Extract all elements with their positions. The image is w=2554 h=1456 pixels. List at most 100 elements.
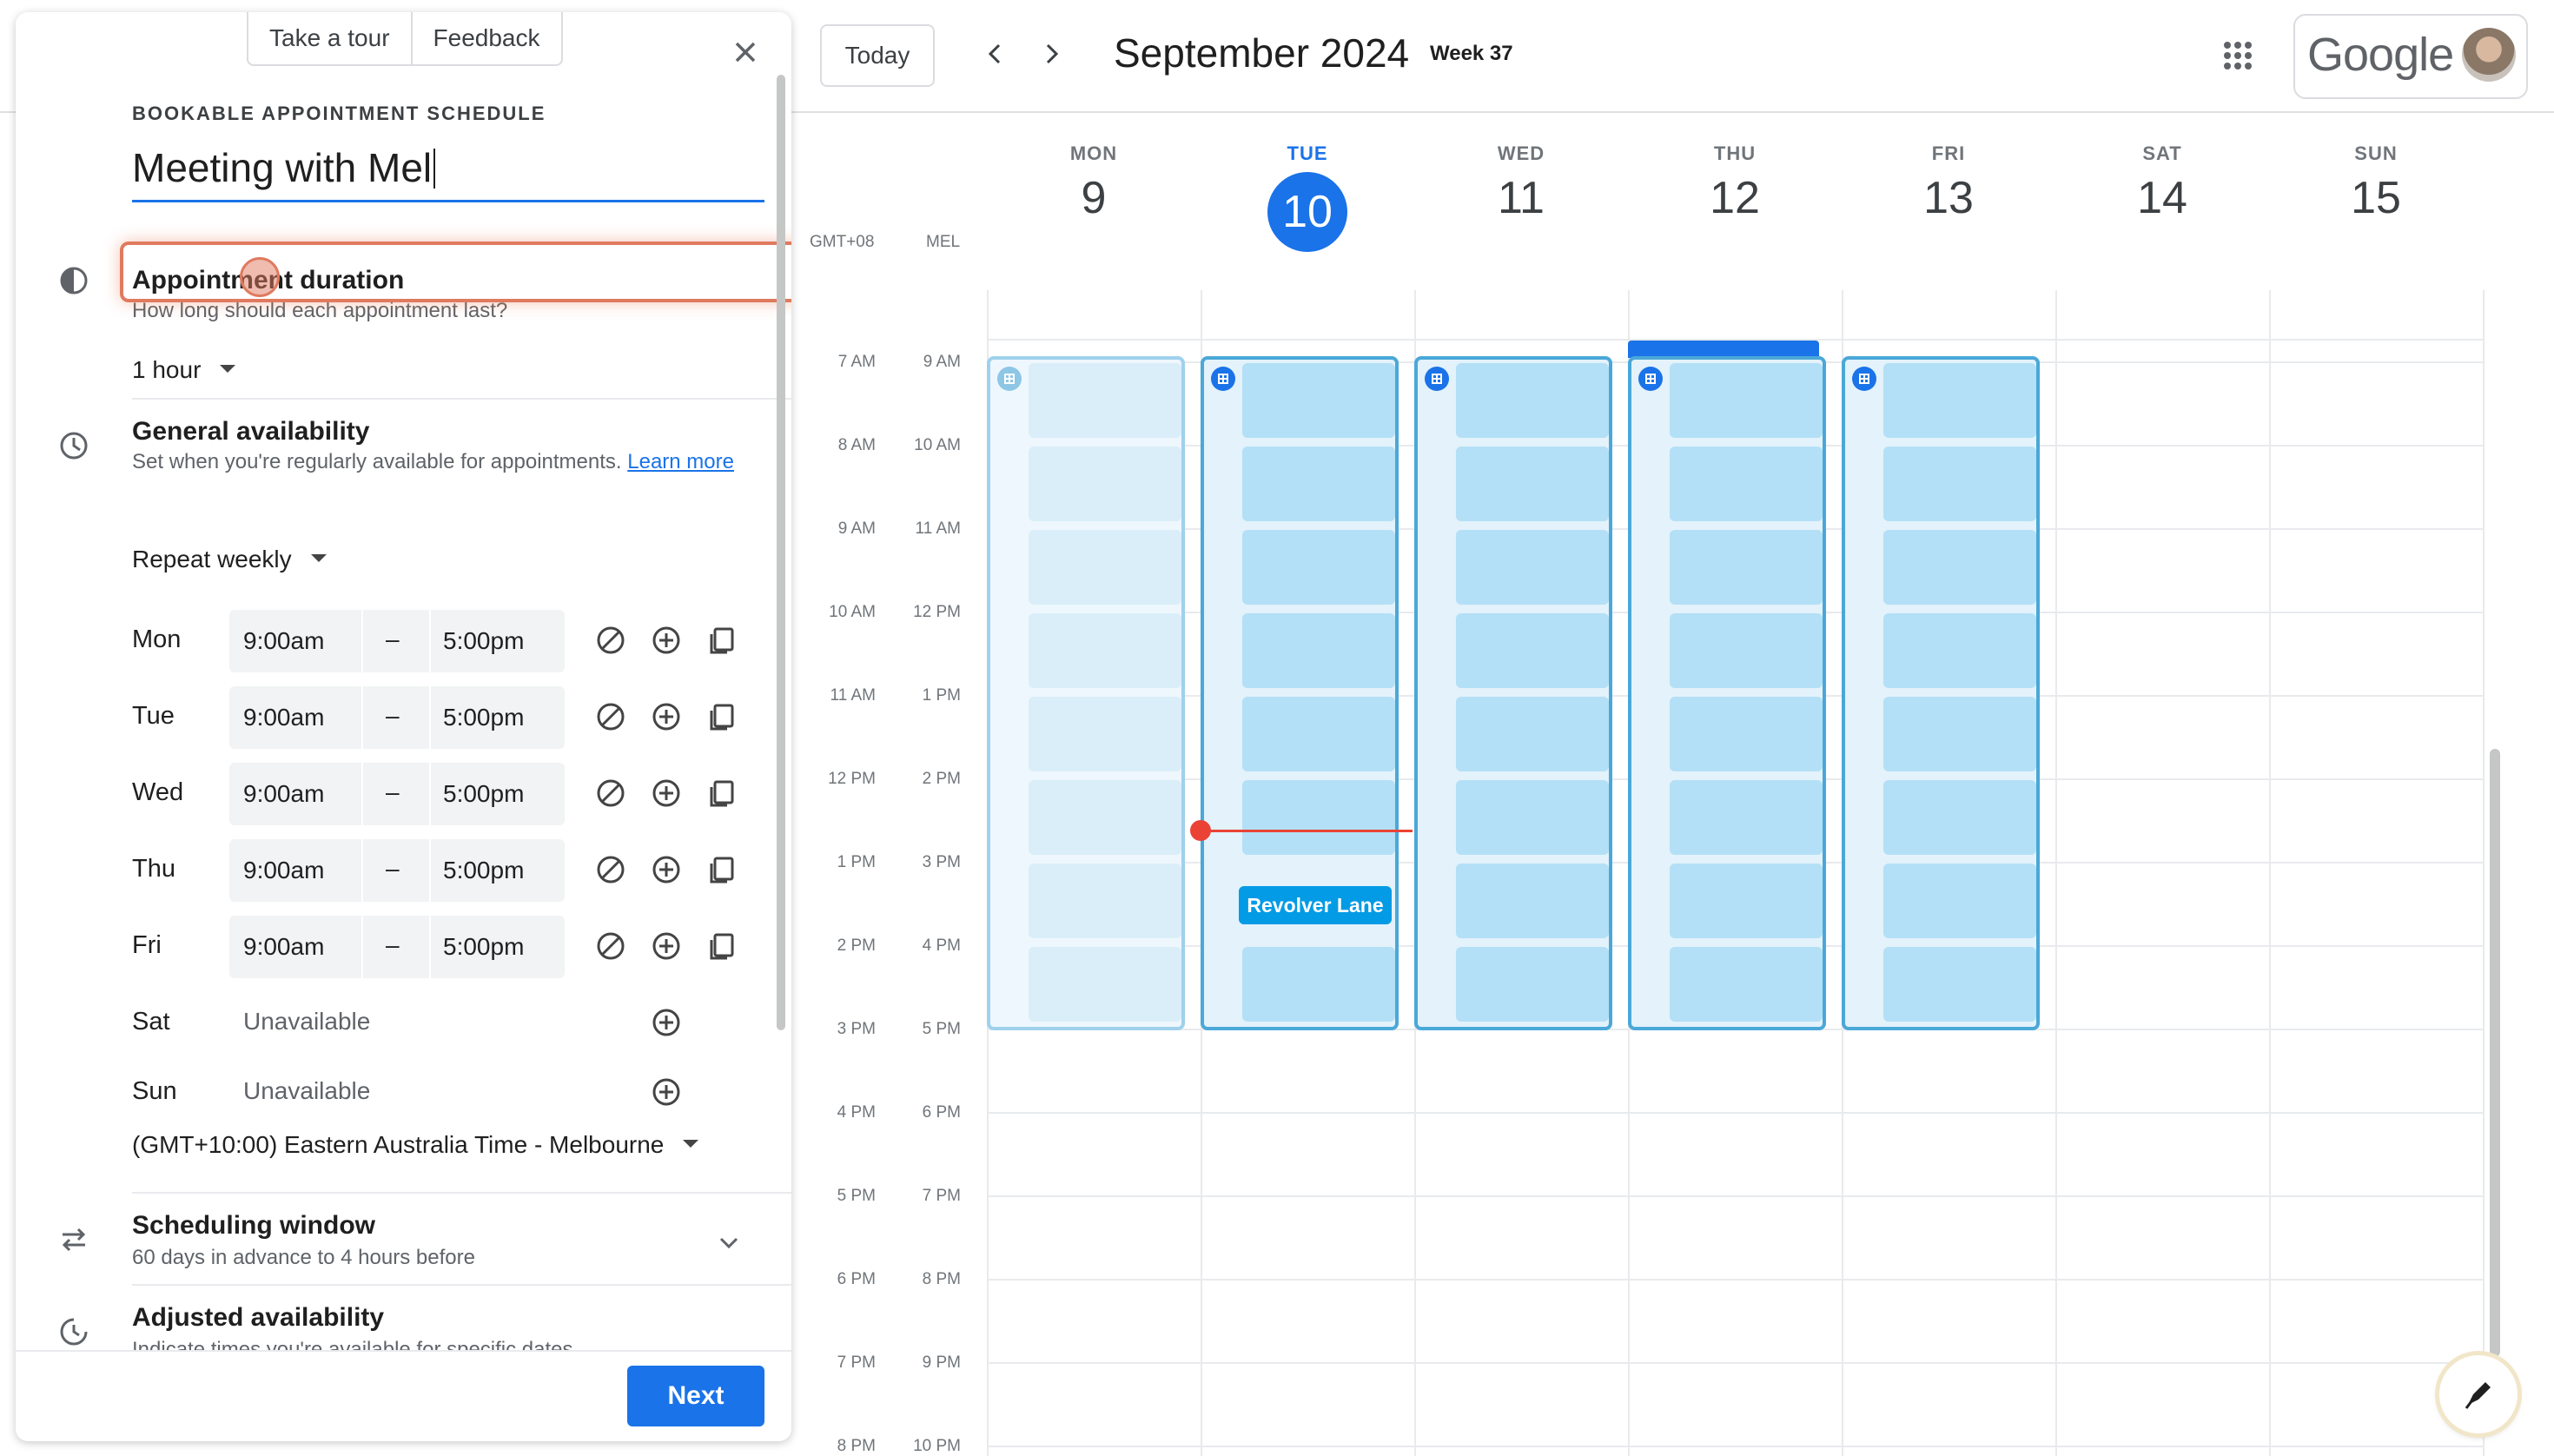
add-time-icon[interactable] [650,624,683,657]
end-time-field[interactable]: 5:00pm [443,627,524,655]
appointment-slot[interactable] [1242,780,1395,855]
start-time-field[interactable]: 9:00am [243,857,324,884]
appointment-slot[interactable] [1029,613,1181,688]
unavailable-icon[interactable] [594,853,627,886]
appointment-slot[interactable] [1242,613,1395,688]
day-number[interactable]: 14 [2055,172,2269,224]
chevron-left-icon[interactable] [980,38,1011,69]
copy-icon[interactable] [705,777,738,810]
appointment-slot[interactable] [1883,530,2036,605]
assistant-fab[interactable] [2439,1355,2518,1433]
appointment-slot[interactable] [1883,697,2036,771]
appointment-slot[interactable] [1456,697,1609,771]
appointment-slot[interactable] [1670,363,1823,438]
appointment-slot[interactable] [1456,363,1609,438]
copy-icon[interactable] [705,700,738,733]
appointment-slot[interactable] [1670,697,1823,771]
day-header-mon[interactable]: MON 9 [987,142,1201,224]
schedule-title-input[interactable]: Meeting with Mel [132,144,764,202]
day-number[interactable]: 12 [1628,172,1842,224]
appointment-slot[interactable] [1670,947,1823,1022]
appointment-slot[interactable] [1883,864,2036,938]
next-button[interactable]: Next [627,1366,764,1426]
chevron-down-icon[interactable] [712,1227,745,1260]
availability-block[interactable] [1201,356,1399,1030]
feedback-button[interactable]: Feedback [410,12,561,64]
add-time-icon[interactable] [650,777,683,810]
panel-scrollbar[interactable] [777,75,785,1030]
avatar[interactable] [2462,28,2516,82]
appointment-slot[interactable] [1242,363,1395,438]
close-icon[interactable] [728,35,763,69]
apps-grid-icon[interactable] [2220,38,2255,73]
appointment-slot[interactable] [1883,780,2036,855]
chevron-right-icon[interactable] [1035,38,1067,69]
day-header-sat[interactable]: SAT 14 [2055,142,2269,224]
start-time-field[interactable]: 9:00am [243,780,324,808]
calendar-scrollbar[interactable] [2490,749,2500,1357]
appointment-slot[interactable] [1670,864,1823,938]
appointment-slot[interactable] [1029,697,1181,771]
appointment-slot[interactable] [1029,864,1181,938]
duration-highlight-box[interactable] [120,242,791,302]
day-number[interactable]: 15 [2269,172,2483,224]
add-time-icon[interactable] [650,700,683,733]
end-time-field[interactable]: 5:00pm [443,780,524,808]
day-header-sun[interactable]: SUN 15 [2269,142,2483,224]
appointment-slot[interactable] [1029,947,1181,1022]
end-time-field[interactable]: 5:00pm [443,704,524,731]
appointment-slot[interactable] [1456,864,1609,938]
appointment-slot[interactable] [1029,530,1181,605]
learn-more-link[interactable]: Learn more [627,450,734,473]
duration-dropdown[interactable]: 1 hour [132,356,236,384]
availability-block[interactable] [1414,356,1612,1030]
day-number[interactable]: 11 [1414,172,1628,224]
appointment-slot[interactable] [1456,780,1609,855]
appointment-slot[interactable] [1670,613,1823,688]
appointment-slot[interactable] [1029,363,1181,438]
appointment-slot[interactable] [1883,947,2036,1022]
availability-block[interactable] [987,356,1185,1030]
appointment-slot[interactable] [1883,613,2036,688]
start-time-field[interactable]: 9:00am [243,627,324,655]
appointment-slot[interactable] [1029,780,1181,855]
availability-block[interactable] [1842,356,2040,1030]
day-header-fri[interactable]: FRI 13 [1842,142,2055,224]
account-area[interactable]: Google [2293,14,2528,99]
today-button[interactable]: Today [820,24,935,87]
end-time-field[interactable]: 5:00pm [443,933,524,961]
day-number[interactable]: 9 [987,172,1201,224]
day-number[interactable]: 10 [1267,172,1347,252]
copy-icon[interactable] [705,624,738,657]
copy-icon[interactable] [705,930,738,963]
add-time-icon[interactable] [650,1006,683,1039]
appointment-slot[interactable] [1456,947,1609,1022]
end-time-field[interactable]: 5:00pm [443,857,524,884]
appointment-slot[interactable] [1242,947,1395,1022]
start-time-field[interactable]: 9:00am [243,704,324,731]
unavailable-icon[interactable] [594,777,627,810]
appointment-slot[interactable] [1456,447,1609,521]
day-header-thu[interactable]: THU 12 [1628,142,1842,224]
day-number[interactable]: 13 [1842,172,2055,224]
appointment-slot[interactable] [1456,530,1609,605]
appointment-slot[interactable] [1242,447,1395,521]
calendar-event[interactable]: Revolver Lane [1239,886,1392,924]
start-time-field[interactable]: 9:00am [243,933,324,961]
unavailable-icon[interactable] [594,700,627,733]
appointment-slot[interactable] [1242,697,1395,771]
timezone-dropdown[interactable]: (GMT+10:00) Eastern Australia Time - Mel… [132,1131,699,1159]
copy-icon[interactable] [705,853,738,886]
appointment-slot[interactable] [1242,530,1395,605]
appointment-slot[interactable] [1883,363,2036,438]
appointment-slot[interactable] [1670,530,1823,605]
appointment-slot[interactable] [1670,447,1823,521]
unavailable-icon[interactable] [594,624,627,657]
day-header-wed[interactable]: WED 11 [1414,142,1628,224]
repeat-dropdown[interactable]: Repeat weekly [132,546,327,573]
add-time-icon[interactable] [650,853,683,886]
unavailable-icon[interactable] [594,930,627,963]
appointment-slot[interactable] [1456,613,1609,688]
add-time-icon[interactable] [650,930,683,963]
availability-block[interactable] [1628,356,1826,1030]
